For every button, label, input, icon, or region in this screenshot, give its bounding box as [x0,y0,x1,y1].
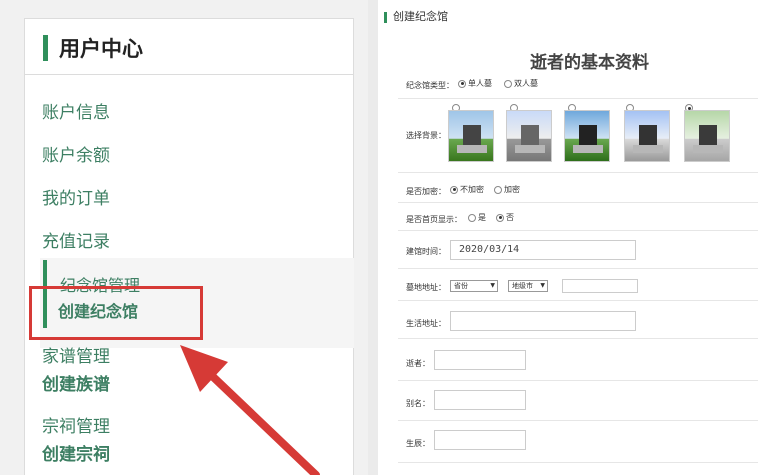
user-center-header: 用户中心 [25,19,353,75]
background-label: 选择背景： [406,131,446,140]
divider [398,230,758,231]
memorial-type-label: 纪念馆类型： [406,81,454,90]
alias-label: 别名： [406,399,430,408]
alias-input[interactable] [434,390,526,410]
background-thumbnail-1[interactable] [448,110,494,162]
homepage-option-yes-label: 是 [478,213,486,222]
tomb-base-icon [573,145,603,153]
birthday-input[interactable] [434,430,526,450]
build-time-label: 建馆时间： [406,247,446,256]
radio-selected-icon [458,79,466,88]
chevron-down-icon: ▼ [540,282,545,289]
radio-icon [504,79,512,88]
living-address-input[interactable] [450,311,636,331]
divider [398,268,758,269]
divider [398,380,758,381]
province-select-value: 省份 [454,282,468,290]
divider [398,202,758,203]
living-address-label: 生活地址： [406,319,446,328]
create-memorial-form-panel: 创建纪念馆 逝者的基本资料 纪念馆类型： 单人墓 双人墓 选择背景： 是否加密：… [378,0,760,475]
sidebar-item-my-orders[interactable]: 我的订单 [42,184,110,209]
divider [398,172,758,173]
user-center-title: 用户中心 [59,37,143,61]
homepage-option-no[interactable]: 否 [496,212,514,223]
tomb-base-icon [633,145,663,153]
radio-selected-icon [496,213,504,222]
page: 用户中心 账户信息 账户余额 我的订单 充值记录 纪念馆管理 创建纪念馆 家谱管… [0,0,760,475]
type-option-double[interactable]: 双人墓 [504,78,538,89]
title-accent-bar [384,11,387,23]
sidebar-item-genealogy-management[interactable]: 家谱管理 [42,342,110,367]
city-select[interactable]: 地级市 ▼ [508,280,548,292]
divider [398,420,758,421]
sidebar-item-account-balance[interactable]: 账户余额 [42,141,110,166]
homepage-option-no-label: 否 [506,213,514,222]
radio-icon [468,213,476,222]
divider [398,338,758,339]
encrypt-label: 是否加密： [406,187,446,196]
homepage-display-label: 是否首页显示： [406,215,462,224]
encrypt-option-yes[interactable]: 加密 [494,184,520,195]
form-page-title: 创建纪念馆 [384,8,448,24]
divider [398,462,758,463]
form-heading: 逝者的基本资料 [530,53,649,73]
background-thumbnail-2[interactable] [506,110,552,162]
type-option-double-label: 双人墓 [514,79,538,88]
tomb-base-icon [457,145,487,153]
sidebar-item-create-genealogy[interactable]: 创建族谱 [42,370,110,395]
left-panel: 用户中心 账户信息 账户余额 我的订单 充值记录 纪念馆管理 创建纪念馆 家谱管… [0,0,368,475]
cemetery-address-label: 墓地地址： [406,283,446,292]
background-thumbnail-3[interactable] [564,110,610,162]
encrypt-option-yes-label: 加密 [504,185,520,194]
sidebar-item-account-info[interactable]: 账户信息 [42,98,110,123]
form-page-title-text: 创建纪念馆 [393,10,448,23]
province-select[interactable]: 省份 ▼ [450,280,498,292]
divider [398,98,758,99]
background-thumbnail-5[interactable] [684,110,730,162]
homepage-option-yes[interactable]: 是 [468,212,486,223]
tomb-base-icon [693,145,723,153]
encrypt-option-no[interactable]: 不加密 [450,184,484,195]
cemetery-detail-input[interactable] [562,279,638,293]
build-time-input[interactable]: 2020/03/14 [450,240,636,260]
city-select-value: 地级市 [512,282,533,290]
encrypt-option-no-label: 不加密 [460,185,484,194]
sidebar-item-ancestral-hall-management[interactable]: 宗祠管理 [42,412,110,437]
divider [398,300,758,301]
birthday-label: 生辰： [406,439,430,448]
create-memorial-highlight [29,286,203,340]
type-option-single[interactable]: 单人墓 [458,78,492,89]
sidebar-item-recharge-records[interactable]: 充值记录 [42,227,110,252]
tomb-base-icon [515,145,545,153]
deceased-label: 逝者： [406,359,430,368]
deceased-name-input[interactable] [434,350,526,370]
chevron-down-icon: ▼ [490,282,495,289]
type-option-single-label: 单人墓 [468,79,492,88]
radio-selected-icon [450,185,458,194]
background-thumbnail-4[interactable] [624,110,670,162]
sidebar-item-create-ancestral-hall[interactable]: 创建宗祠 [42,440,110,465]
accent-bar [43,35,48,61]
radio-icon [494,185,502,194]
